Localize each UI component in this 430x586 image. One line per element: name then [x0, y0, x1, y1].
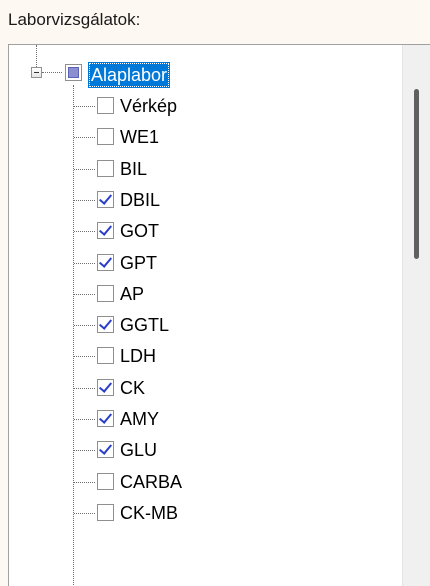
- tree-item-label: GPT: [120, 252, 158, 273]
- root-checkbox-indeterminate[interactable]: [65, 64, 82, 81]
- tree-item-label: DBIL: [120, 189, 161, 210]
- checkbox[interactable]: [97, 97, 114, 114]
- tree-connector-line: [74, 387, 95, 389]
- tree-connector-line: [36, 45, 37, 67]
- tree-item-label: LDH: [120, 346, 157, 367]
- tree-connector-line: [74, 262, 95, 264]
- checkbox[interactable]: [97, 503, 114, 521]
- checkbox[interactable]: [97, 347, 114, 365]
- tree-connector-line: [74, 481, 95, 483]
- tree-item-label: CK-MB: [120, 502, 178, 523]
- scrollbar-thumb[interactable]: [414, 89, 419, 259]
- checkbox-checked[interactable]: [97, 253, 114, 271]
- tree-connector-line: [74, 106, 95, 107]
- checkbox-checked[interactable]: [97, 410, 114, 427]
- checkbox-checked[interactable]: [97, 316, 114, 334]
- checkbox[interactable]: [97, 472, 114, 490]
- tree-connector-line: [42, 72, 62, 73]
- tree-item-label: GGTL: [120, 315, 170, 336]
- tree-connector-line: [74, 356, 95, 358]
- checkbox[interactable]: [97, 284, 114, 302]
- tree-connector-line: [74, 325, 95, 327]
- tree-connector-line: [74, 231, 95, 233]
- tree-item-label: CK: [120, 377, 146, 398]
- tree-node-alaplabor[interactable]: Alaplabor: [88, 62, 171, 88]
- tree-item-label: BIL: [120, 158, 148, 179]
- tree-item-label: CARBA: [120, 471, 183, 492]
- tree-item-label: GLU: [120, 440, 158, 461]
- tree-connector-line: [74, 450, 95, 452]
- vertical-scrollbar[interactable]: [402, 45, 430, 586]
- tree-item-label: WE1: [120, 127, 160, 148]
- tree-connector-line: [74, 512, 95, 514]
- checkbox-checked[interactable]: [97, 378, 114, 396]
- checkbox-checked[interactable]: [97, 441, 114, 459]
- checkbox[interactable]: [97, 159, 114, 177]
- tree-item-label: AMY: [120, 409, 160, 429]
- tree-connector-line: [74, 199, 95, 201]
- tree-connector-line: [74, 293, 95, 295]
- checkbox[interactable]: [97, 128, 114, 146]
- tree-item-label: GOT: [120, 221, 159, 242]
- checkbox-checked[interactable]: [97, 222, 114, 240]
- tree-connector-line: [74, 137, 95, 139]
- tree-item-label: AP: [120, 283, 145, 304]
- tree-connector-line: [74, 168, 95, 170]
- tree-connector-line: [74, 419, 95, 420]
- tree-item-label: Vérkép: [120, 96, 178, 116]
- lab-tests-tree[interactable]: Alaplabor Vérkép WE1 BIL DBIL GOT GPT AP GGTL LD…: [8, 44, 430, 586]
- tree-connector-line: [73, 85, 74, 586]
- group-label: Laborvizsgálatok:: [8, 10, 141, 29]
- checkbox-checked[interactable]: [97, 190, 114, 208]
- collapse-toggle-icon[interactable]: [31, 67, 42, 78]
